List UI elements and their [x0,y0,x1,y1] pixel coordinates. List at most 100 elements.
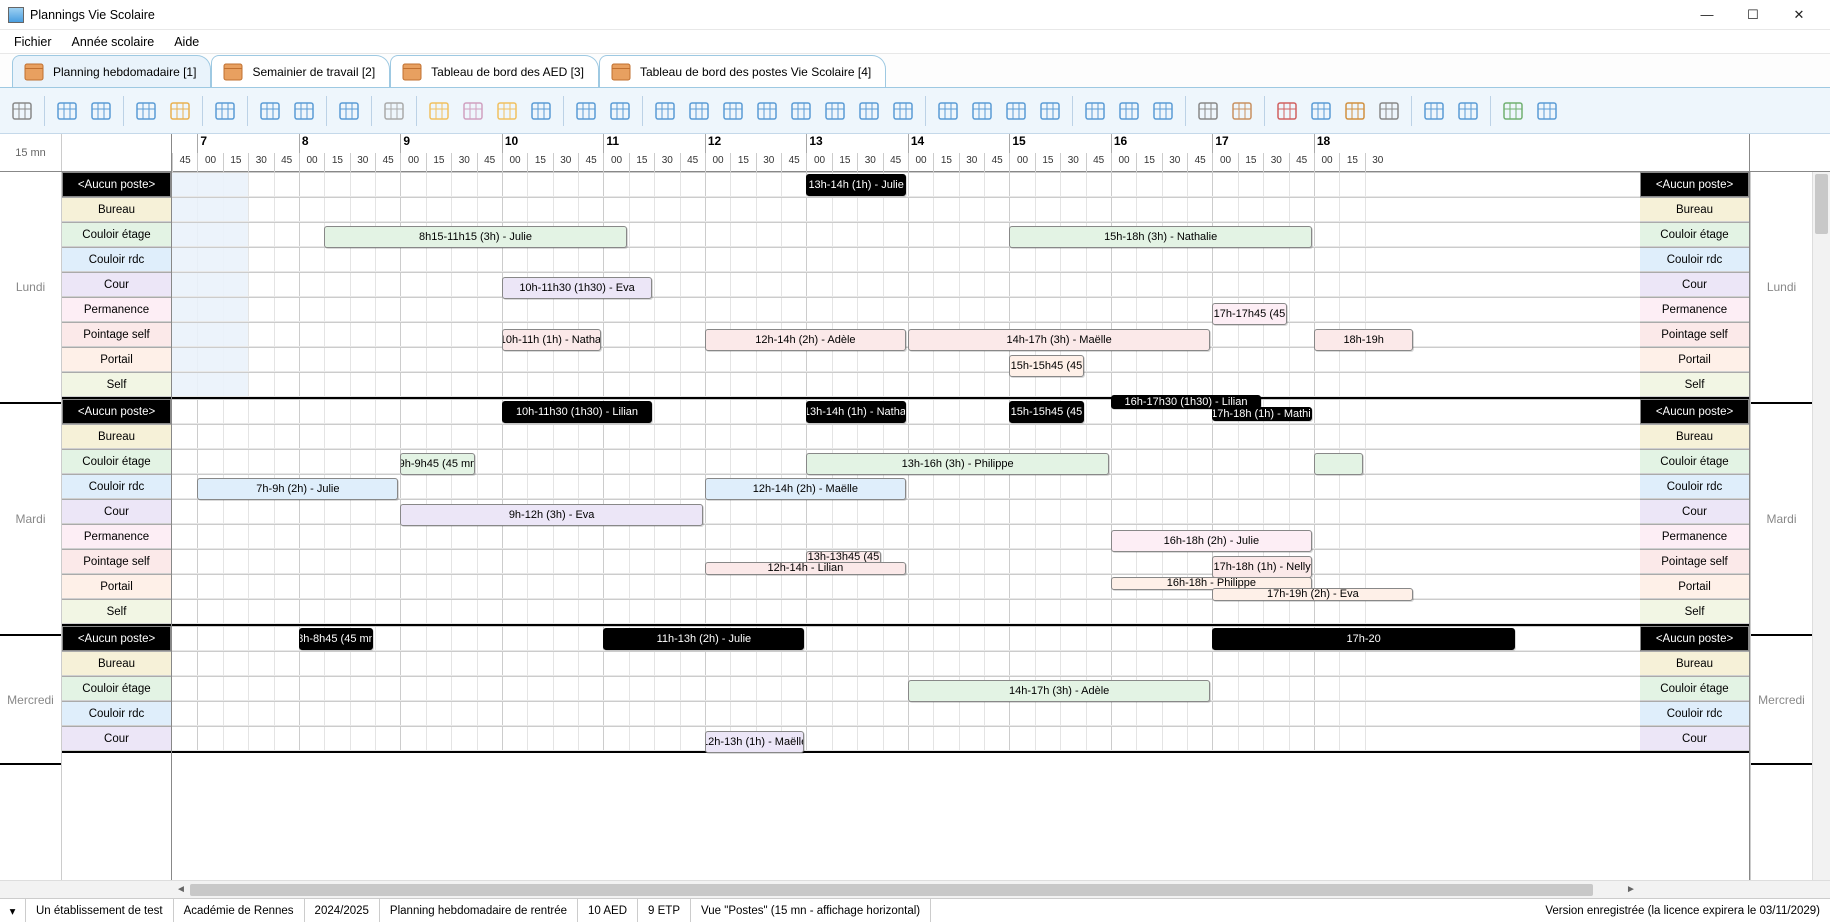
toolbar-ruler-h-button[interactable] [209,93,241,129]
toolbar-layer2-button[interactable] [1113,93,1145,129]
task-bar[interactable]: 10h-11h (1h) - Nathal [502,329,602,351]
task-bar[interactable]: 17h-18h (1h) - Mathil [1212,407,1312,421]
task-bar[interactable]: 13h-16h (3h) - Philippe [806,453,1109,475]
toolbar-grid-plus-button[interactable] [717,93,749,129]
toolbar-list-x-button[interactable] [1373,93,1405,129]
maximize-button[interactable]: ☐ [1730,1,1776,29]
tab-2[interactable]: Tableau de bord des AED [3] [390,55,599,87]
slot-row[interactable] [172,322,1640,347]
task-bar[interactable]: 7h-9h (2h) - Julie [197,478,398,500]
slot-row[interactable] [172,297,1640,322]
toolbar-stamp-button[interactable] [1226,93,1258,129]
toolbar-grid1-button[interactable] [649,93,681,129]
task-bar[interactable]: 8h-8h45 (45 mn [299,628,373,650]
toolbar-window-button[interactable] [1531,93,1563,129]
task-bar[interactable] [1314,453,1363,475]
toolbar-cell-add2-button[interactable] [1034,93,1066,129]
toolbar-pulse-button[interactable] [378,93,410,129]
slot-row[interactable] [172,701,1640,726]
task-bar[interactable]: 12h-14h (2h) - Maëlle [705,478,906,500]
scroll-right-arrow[interactable]: ► [1622,884,1640,895]
toolbar-ruler-button[interactable] [164,93,196,129]
close-button[interactable]: ✕ [1776,1,1822,29]
toolbar-face-sleep-button[interactable] [423,93,455,129]
toolbar-cell-add-button[interactable] [1000,93,1032,129]
toolbar-gear-color-button[interactable] [525,93,557,129]
tab-0[interactable]: Planning hebdomadaire [1] [12,55,211,87]
toolbar-face-moon-button[interactable] [457,93,489,129]
toolbar-grid-search-button[interactable] [853,93,885,129]
slot-row[interactable] [172,524,1640,549]
task-bar[interactable]: 9h-9h45 (45 mn [400,453,474,475]
slot-row[interactable] [172,247,1640,272]
toolbar-grid-minus-button[interactable] [751,93,783,129]
toolbar-grid2-button[interactable] [683,93,715,129]
toolbar-cell1-button[interactable] [932,93,964,129]
slot-row[interactable] [172,399,1640,424]
toolbar-list-lock-button[interactable] [1339,93,1371,129]
toolbar-resize-fit-button[interactable] [130,93,162,129]
menu-aide[interactable]: Aide [164,33,209,51]
toolbar-zoom-in-button[interactable] [570,93,602,129]
slot-row[interactable] [172,172,1640,197]
toolbar-panel2-button[interactable] [1452,93,1484,129]
task-bar[interactable]: 15h-15h45 (45 [1009,401,1083,423]
task-bar[interactable]: 10h-11h30 (1h30) - Eva [502,277,652,299]
slot-row[interactable] [172,676,1640,701]
tab-3[interactable]: Tableau de bord des postes Vie Scolaire … [599,55,886,87]
toolbar-scissors-button[interactable] [1192,93,1224,129]
toolbar-zoom-out-button[interactable] [604,93,636,129]
task-bar[interactable]: 16h-18h (2h) - Julie [1111,530,1312,552]
menu-annee[interactable]: Année scolaire [62,33,165,51]
toolbar-cell2-button[interactable] [966,93,998,129]
task-bar[interactable]: 8h15-11h15 (3h) - Julie [324,226,627,248]
task-bar[interactable]: 12h-14h - Lilian [705,562,906,575]
task-bar[interactable]: 14h-17h (3h) - Adèle [908,680,1211,702]
task-bar[interactable]: 12h-14h (2h) - Adèle [705,329,906,351]
toolbar-list-blue-button[interactable] [1305,93,1337,129]
toolbar-list-red-button[interactable] [1271,93,1303,129]
task-bar[interactable]: 13h-14h (1h) - Julie [806,174,906,196]
slot-row[interactable] [172,574,1640,599]
toolbar-layer3-button[interactable] [1147,93,1179,129]
vertical-scrollbar[interactable] [1812,172,1830,880]
tab-1[interactable]: Semainier de travail [2] [211,55,390,87]
task-bar[interactable]: 13h-14h (1h) - Nathal [806,401,906,423]
toolbar-panel1-button[interactable] [1418,93,1450,129]
toolbar-layer1-button[interactable] [1079,93,1111,129]
task-bar[interactable]: 10h-11h30 (1h30) - Lilian [502,401,652,423]
task-bar[interactable]: 14h-17h (3h) - Maëlle [908,329,1211,351]
horizontal-scrollbar[interactable]: ◄ ► [0,880,1830,898]
minimize-button[interactable]: — [1684,1,1730,29]
slot-row[interactable] [172,372,1640,397]
toolbar-grid-add2-button[interactable] [819,93,851,129]
task-bar[interactable]: 18h-19h [1314,329,1414,351]
task-bar[interactable]: 17h-20 [1212,628,1515,650]
toolbar-arrows-swap-button[interactable] [333,93,365,129]
toolbar-grid-add-button[interactable] [785,93,817,129]
toolbar-cal-blue2-button[interactable] [288,93,320,129]
slot-row[interactable] [172,347,1640,372]
task-bar[interactable]: 17h-17h45 (45 [1212,303,1286,325]
toolbar-grid-lock-button[interactable] [887,93,919,129]
toolbar-keyboard-button[interactable] [6,93,38,129]
toolbar-cal-blue-button[interactable] [254,93,286,129]
slot-row[interactable] [172,726,1640,751]
menu-fichier[interactable]: Fichier [4,33,62,51]
slot-row[interactable] [172,424,1640,449]
task-bar[interactable]: 9h-12h (3h) - Eva [400,504,703,526]
task-bar[interactable]: 17h-18h (1h) - Nelly [1212,556,1312,578]
slot-row[interactable] [172,197,1640,222]
slot-row[interactable] [172,599,1640,624]
toolbar-signpost-button[interactable] [85,93,117,129]
slot-row[interactable] [172,272,1640,297]
toolbar-users-button[interactable] [51,93,83,129]
task-bar[interactable]: 12h-13h (1h) - Maëlle [705,731,805,753]
task-bar[interactable]: 17h-19h (2h) - Eva [1212,588,1413,601]
schedule-grid[interactable]: 13h-14h (1h) - Julie 8h15-11h15 (3h) - Ju… [172,172,1640,880]
task-bar[interactable]: 15h-15h45 (45 [1009,355,1083,377]
slot-row[interactable] [172,499,1640,524]
slot-row[interactable] [172,651,1640,676]
task-bar[interactable]: 11h-13h (2h) - Julie [603,628,804,650]
slot-row[interactable] [172,549,1640,574]
